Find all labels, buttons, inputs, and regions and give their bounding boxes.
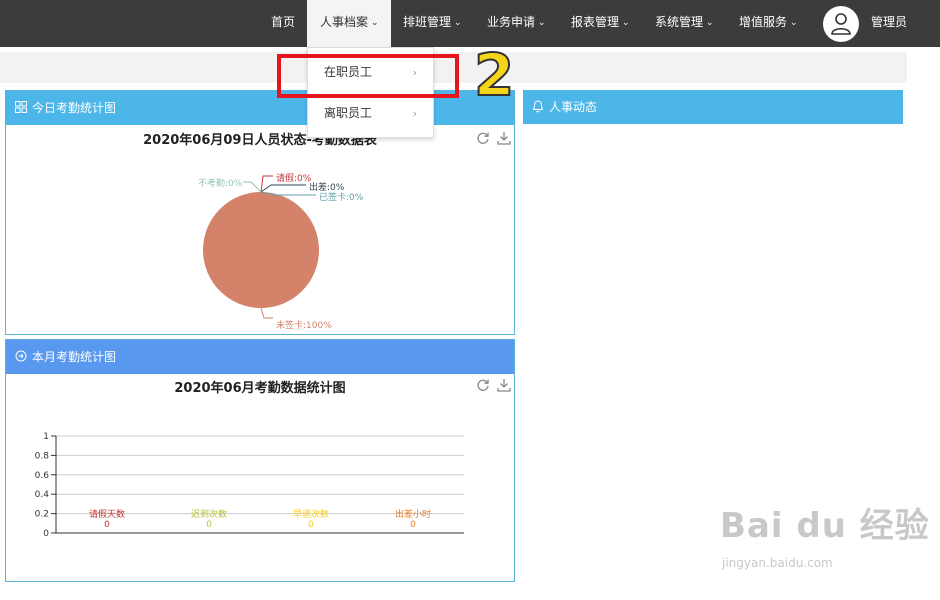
chevron-right-icon: › xyxy=(412,107,417,120)
top-nav-bar: 首页 人事档案 ⌄ 排班管理 ⌄ 业务申请 ⌄ 报表管理 ⌄ 系统管理 ⌄ 增值服务 ⌄ 管… xyxy=(0,0,940,47)
user-name[interactable]: 管理员 xyxy=(871,0,907,45)
pie-label-signed: 已签卡:0% xyxy=(319,193,364,203)
nav-item-reports[interactable]: 报表管理 ⌄ xyxy=(571,0,639,47)
bar-category-label: 请假天数 xyxy=(89,508,125,520)
today-attendance-panel: 今日考勤统计图 2020年06月09日人员状态-考勤数据表 请假:0% 出差:0… xyxy=(5,90,515,335)
y-tick-label: 0.2 xyxy=(35,510,49,520)
nav-item-value-added[interactable]: 增值服务 ⌄ xyxy=(739,0,807,47)
grid-icon xyxy=(15,101,27,113)
pie-chart xyxy=(203,175,319,319)
chevron-down-icon: ⌄ xyxy=(790,18,798,28)
user-icon xyxy=(831,13,851,35)
nav-item-label: 人事档案 xyxy=(320,15,369,29)
watermark-url: jingyan.baidu.com xyxy=(722,556,833,570)
bar-value-label: 0 xyxy=(206,520,212,530)
pie-leader-line xyxy=(260,175,273,193)
pie-slice[interactable] xyxy=(203,192,319,308)
bar-category-label: 出差小时 xyxy=(395,508,431,520)
hr-news-panel: 人事动态 xyxy=(523,90,903,124)
nav-item-label: 首页 xyxy=(271,15,296,29)
chevron-down-icon: ⌄ xyxy=(622,18,630,28)
bar-value-label: 0 xyxy=(308,520,314,530)
bell-icon xyxy=(532,100,544,113)
panel-title: 人事动态 xyxy=(549,100,598,114)
y-tick-label: 0 xyxy=(43,529,49,539)
panel-title: 本月考勤统计图 xyxy=(32,350,117,364)
nav-item-scheduling[interactable]: 排班管理 ⌄ xyxy=(403,0,471,47)
y-tick-label: 0.6 xyxy=(35,471,50,481)
arrow-circle-icon xyxy=(15,350,27,362)
y-tick-label: 0.8 xyxy=(35,451,50,461)
baidu-watermark: Bai du 经验 jingyan.baidu.com xyxy=(720,498,930,570)
nav-item-hr-records[interactable]: 人事档案 ⌄ xyxy=(307,0,391,47)
nav-item-system[interactable]: 系统管理 ⌄ xyxy=(655,0,723,47)
bar-category-label: 迟到次数 xyxy=(191,508,227,520)
dropdown-item-label: 离职员工 xyxy=(324,106,373,120)
avatar[interactable] xyxy=(823,6,859,42)
bar-value-label: 0 xyxy=(104,520,110,530)
nav-item-label: 排班管理 xyxy=(403,15,452,29)
y-tick-label: 1 xyxy=(43,432,49,442)
pie-label-not-signed: 未签卡:100% xyxy=(276,321,332,331)
y-tick-label: 0.4 xyxy=(35,490,50,500)
chevron-down-icon: ⌄ xyxy=(706,18,714,28)
chevron-down-icon: ⌄ xyxy=(454,18,462,28)
dropdown-item-former-employees[interactable]: 离职员工 › xyxy=(308,92,433,135)
pie-leader-line xyxy=(260,184,306,193)
nav-item-label: 业务申请 xyxy=(487,15,536,29)
nav-item-label: 报表管理 xyxy=(571,15,620,29)
watermark-logo: Bai du 经验 xyxy=(720,506,930,546)
nav-item-label: 系统管理 xyxy=(655,15,704,29)
highlight-box xyxy=(277,54,459,98)
pie-label-no-attendance: 不考勤:0% xyxy=(198,179,243,189)
pie-leader-line xyxy=(260,307,273,319)
step-number: 2 xyxy=(473,40,515,110)
nav-item-label: 增值服务 xyxy=(739,15,788,29)
chevron-down-icon: ⌄ xyxy=(538,18,546,28)
panel-header: 本月考勤统计图 xyxy=(6,340,514,374)
panel-header: 人事动态 xyxy=(523,90,903,124)
month-attendance-panel: 本月考勤统计图 2020年06月考勤数据统计图 1 0.8 0.6 0.4 0.2 0 请假… xyxy=(5,339,515,582)
chevron-down-icon: ⌄ xyxy=(371,18,379,28)
bar-category-label: 早退次数 xyxy=(293,508,329,520)
bar-value-label: 0 xyxy=(410,520,416,530)
pie-label-leave: 请假:0% xyxy=(276,174,312,184)
bar-chart: 10.80.60.40.20请假天数0迟到次数0早退次数0出差小时0 xyxy=(35,432,464,539)
pie-leader-line xyxy=(243,181,262,193)
panel-title: 今日考勤统计图 xyxy=(32,101,117,115)
nav-item-home[interactable]: 首页 xyxy=(271,0,299,47)
